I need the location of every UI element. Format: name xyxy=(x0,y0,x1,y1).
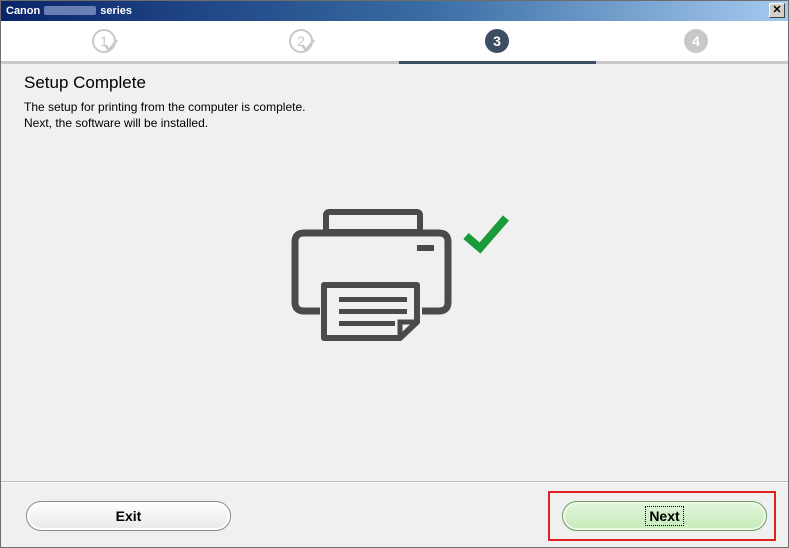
step-3-number: 3 xyxy=(485,29,509,53)
step-4-number: 4 xyxy=(684,29,708,53)
step-3: 3 xyxy=(485,29,509,53)
setup-window: Canon series ✕ 1 2 3 4 Setup Complete The… xyxy=(0,0,789,548)
step-4: 4 xyxy=(684,29,708,53)
description-line-1: The setup for printing from the computer… xyxy=(24,100,306,114)
step-indicator xyxy=(1,21,788,63)
checkmark-icon xyxy=(463,215,510,254)
step-2-check-icon xyxy=(301,39,315,53)
footer-divider-highlight xyxy=(1,482,788,483)
description-line-2: Next, the software will be installed. xyxy=(24,116,209,130)
title-prefix: Canon xyxy=(6,5,41,17)
next-button-highlight xyxy=(548,491,776,541)
exit-button[interactable]: Exit xyxy=(26,501,231,531)
description: The setup for printing from the computer… xyxy=(24,99,305,131)
step-1-check-icon xyxy=(104,39,118,53)
step-1: 1 xyxy=(92,29,118,53)
title-suffix: series xyxy=(100,5,133,17)
printer-icon xyxy=(291,209,452,341)
step-2: 2 xyxy=(289,29,315,53)
exit-button-label: Exit xyxy=(115,508,142,524)
step-progress-bar xyxy=(1,61,788,64)
title-bar: Canon series ✕ xyxy=(1,1,788,21)
step-progress-active xyxy=(399,61,596,64)
page-title: Setup Complete xyxy=(24,73,146,92)
window-title: Canon series xyxy=(6,1,132,21)
printer-illustration xyxy=(291,209,510,341)
model-name-redacted xyxy=(44,6,97,15)
close-button[interactable]: ✕ xyxy=(769,3,785,18)
